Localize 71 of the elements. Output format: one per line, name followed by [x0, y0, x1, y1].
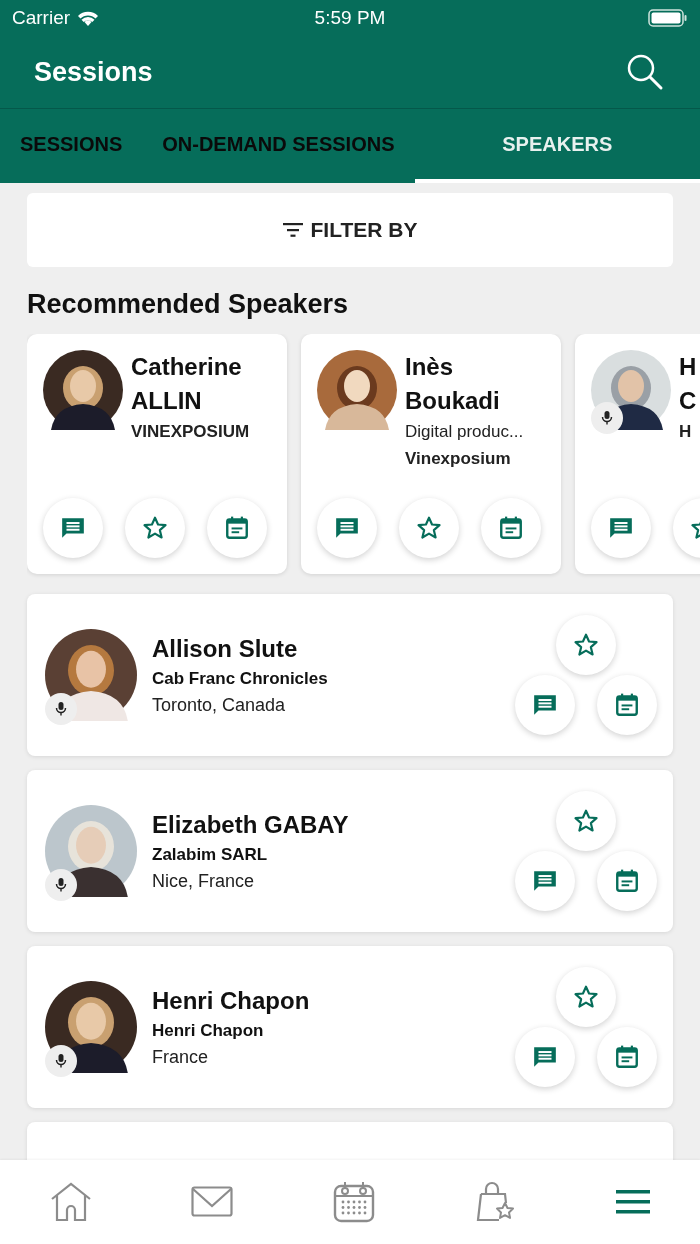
- filter-button[interactable]: FILTER BY: [27, 193, 673, 267]
- favorite-button[interactable]: [125, 498, 185, 558]
- wifi-icon: [76, 9, 101, 27]
- speaker-card[interactable]: Catherine ALLIN VINEXPOSIUM: [27, 334, 287, 574]
- speaker-last-name: C: [679, 386, 697, 416]
- speaker-detail: H: [679, 421, 693, 443]
- speaker-company: Zalabim SARL: [152, 843, 269, 866]
- search-icon[interactable]: [626, 53, 664, 91]
- chat-button[interactable]: [591, 498, 651, 558]
- filter-icon: [282, 223, 303, 237]
- chat-button[interactable]: [515, 851, 575, 911]
- speaker-first-name: H: [679, 352, 697, 382]
- speaker-location: Toronto, Canada: [152, 693, 287, 717]
- chat-button[interactable]: [515, 1027, 575, 1087]
- clock: 5:59 PM: [314, 7, 386, 29]
- speaker-last-name: Boukadi: [405, 386, 501, 416]
- speaker-location: Nice, France: [152, 869, 256, 893]
- nav-calendar-button[interactable]: [333, 1181, 375, 1223]
- nav-bag-button[interactable]: [474, 1181, 517, 1223]
- speaker-company: Cab Franc Chronicles: [152, 667, 329, 690]
- favorite-button[interactable]: [556, 791, 616, 851]
- tab[interactable]: SPEAKERS: [414, 109, 700, 183]
- calendar-button[interactable]: [597, 851, 657, 911]
- calendar-button[interactable]: [597, 675, 657, 735]
- nav-mail-button[interactable]: [191, 1186, 234, 1218]
- screen-title: Sessions: [34, 56, 153, 88]
- speaker-name: Elizabeth GABAY: [152, 809, 350, 840]
- speaker-row[interactable]: Henri Chapon Henri Chapon France: [27, 946, 673, 1108]
- chat-button[interactable]: [43, 498, 103, 558]
- speaker-row[interactable]: Allison Slute Cab Franc Chronicles Toronto, Canada: [27, 594, 673, 756]
- speaker-last-name: ALLIN: [131, 386, 203, 416]
- calendar-icon: [614, 868, 640, 894]
- mail-icon: [191, 1186, 234, 1218]
- favorite-button[interactable]: [399, 498, 459, 558]
- speaker-detail: Vinexposium: [405, 448, 512, 470]
- star-icon: [142, 515, 168, 541]
- speaker-name: Henri Chapon: [152, 985, 311, 1016]
- menu-icon: [616, 1190, 651, 1214]
- nav-home-button[interactable]: [49, 1182, 92, 1222]
- speaker-location: France: [152, 1045, 210, 1069]
- nav-menu-button[interactable]: [616, 1190, 651, 1214]
- calendar-icon: [224, 515, 250, 541]
- calendar-icon: [333, 1181, 375, 1223]
- speaker-detail: VINEXPOSIUM: [131, 421, 250, 443]
- carrier-label: Carrier: [12, 7, 71, 29]
- speaker-card[interactable]: Inès Boukadi Digital produc... Vinexposium: [301, 334, 561, 574]
- chat-button[interactable]: [317, 498, 377, 558]
- calendar-button[interactable]: [207, 498, 267, 558]
- star-icon: [573, 808, 599, 834]
- calendar-icon: [498, 515, 524, 541]
- favorite-button[interactable]: [556, 615, 616, 675]
- battery-icon: [648, 8, 688, 28]
- speaker-company: Henri Chapon: [152, 1019, 265, 1042]
- calendar-button[interactable]: [597, 1027, 657, 1087]
- chat-button[interactable]: [515, 675, 575, 735]
- star-icon: [573, 632, 599, 658]
- calendar-icon: [614, 692, 640, 718]
- shopping-bag-star-icon: [474, 1181, 517, 1223]
- section-heading: Recommended Speakers: [27, 289, 350, 320]
- speaker-detail: Digital produc...: [405, 421, 524, 443]
- favorite-button[interactable]: [556, 967, 616, 1027]
- speaker-first-name: Catherine: [131, 352, 243, 382]
- calendar-button[interactable]: [481, 498, 541, 558]
- home-icon: [49, 1182, 92, 1222]
- speaker-row[interactable]: Elizabeth GABAY Zalabim SARL Nice, France: [27, 770, 673, 932]
- star-icon: [573, 984, 599, 1010]
- speaker-first-name: Inès: [405, 352, 455, 382]
- star-icon: [416, 515, 442, 541]
- calendar-icon: [614, 1044, 640, 1070]
- speaker-card[interactable]: H C H: [575, 334, 700, 574]
- speaker-name: Allison Slute: [152, 633, 299, 664]
